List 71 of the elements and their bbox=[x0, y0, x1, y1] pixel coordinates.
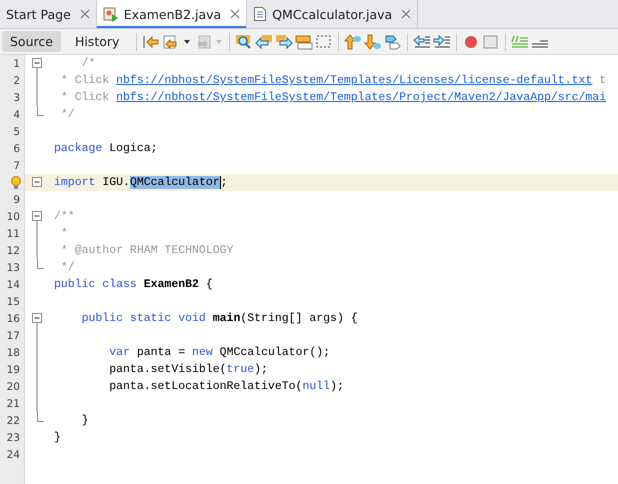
bookmark-icon[interactable] bbox=[384, 34, 402, 50]
fold-end-line bbox=[36, 259, 44, 269]
lightbulb-icon[interactable] bbox=[10, 176, 22, 190]
code-line: panta.setLocationRelativeTo(null); bbox=[108, 380, 344, 393]
line-number: 3 bbox=[13, 92, 20, 104]
search-icon[interactable] bbox=[235, 34, 254, 50]
line-number: 13 bbox=[6, 262, 20, 274]
line-number: 22 bbox=[6, 414, 20, 426]
line-number: 4 bbox=[13, 108, 20, 120]
view-tab[interactable]: History bbox=[66, 31, 128, 52]
code-line: public static void main(String[] args) { bbox=[80, 312, 358, 325]
code-line: } bbox=[80, 414, 89, 427]
line-number: 2 bbox=[13, 74, 20, 86]
shift-right-icon[interactable] bbox=[433, 34, 452, 50]
line-number: 5 bbox=[13, 126, 20, 138]
document-icon bbox=[253, 6, 268, 22]
selection-rectangle-icon[interactable] bbox=[315, 34, 334, 50]
fold-toggle-icon[interactable] bbox=[31, 310, 43, 327]
line-number: 23 bbox=[6, 432, 20, 444]
line-number: 11 bbox=[6, 228, 20, 240]
code-line: * Click nbfs://nbhost/SystemFileSystem/Templates/Project/Maven2/JavaApp/src/mai bbox=[60, 91, 606, 104]
line-number: 1 bbox=[13, 58, 20, 70]
last-edit-icon[interactable] bbox=[142, 34, 160, 50]
line-number: 17 bbox=[6, 330, 20, 342]
code-line: public class ExamenB2 { bbox=[53, 278, 213, 291]
code-line: * @author RHAM TECHNOLOGY bbox=[60, 244, 234, 257]
right-arrow-icon[interactable] bbox=[275, 34, 294, 50]
line-number: 24 bbox=[6, 448, 20, 460]
down-arrow-icon[interactable] bbox=[364, 34, 382, 50]
code-line: } bbox=[53, 431, 61, 444]
code-line: * Click nbfs://nbhost/SystemFileSystem/Templates/Licenses/license-default.txt t bbox=[60, 74, 606, 87]
code-line: package Logica; bbox=[53, 142, 158, 155]
line-number: 9 bbox=[13, 194, 20, 206]
highlight-icon[interactable] bbox=[295, 34, 314, 50]
line-number: 21 bbox=[6, 398, 20, 410]
left-arrow-icon[interactable] bbox=[255, 34, 274, 50]
line-number: 16 bbox=[6, 312, 20, 324]
fold-toggle-icon[interactable] bbox=[31, 208, 43, 225]
file-tab[interactable]: QMCcalculator.java bbox=[247, 0, 418, 28]
code-line: */ bbox=[60, 108, 75, 121]
java-class-icon bbox=[102, 6, 119, 22]
line-number: 10 bbox=[6, 210, 20, 222]
code-line: */ bbox=[60, 261, 75, 274]
shift-left-icon[interactable] bbox=[413, 34, 432, 50]
tab-label: Start Page bbox=[6, 6, 71, 22]
fold-toggle-icon[interactable] bbox=[31, 55, 43, 72]
tab-label: ExamenB2.java bbox=[124, 6, 222, 22]
code-line: /* bbox=[80, 57, 96, 70]
view-tab[interactable]: Source bbox=[2, 31, 61, 52]
close-icon[interactable] bbox=[230, 9, 240, 19]
line-number: 18 bbox=[6, 346, 20, 358]
stop-icon[interactable] bbox=[482, 34, 500, 50]
code-line: panta.setVisible(true); bbox=[108, 363, 268, 376]
up-arrow-icon[interactable] bbox=[344, 34, 362, 50]
line-number: 12 bbox=[6, 244, 20, 256]
close-icon[interactable] bbox=[80, 9, 90, 19]
code-line: import IGU.QMCcalculator; bbox=[53, 176, 228, 189]
close-icon[interactable] bbox=[401, 9, 412, 19]
line-number: 20 bbox=[6, 380, 20, 392]
code-line: var panta = new QMCcalculator(); bbox=[108, 346, 330, 359]
file-tab[interactable]: ExamenB2.java bbox=[96, 0, 248, 28]
code-line: /** bbox=[53, 210, 75, 223]
line-number: 6 bbox=[13, 142, 20, 154]
line-number: 19 bbox=[6, 364, 20, 376]
code-line: * bbox=[60, 227, 68, 240]
fold-end-line bbox=[36, 106, 44, 116]
line-number: 7 bbox=[13, 160, 20, 172]
line-number: 15 bbox=[6, 296, 20, 308]
fold-end-line bbox=[36, 412, 44, 422]
line-number: 14 bbox=[6, 278, 20, 290]
tab-label: QMCcalculator.java bbox=[272, 6, 392, 22]
